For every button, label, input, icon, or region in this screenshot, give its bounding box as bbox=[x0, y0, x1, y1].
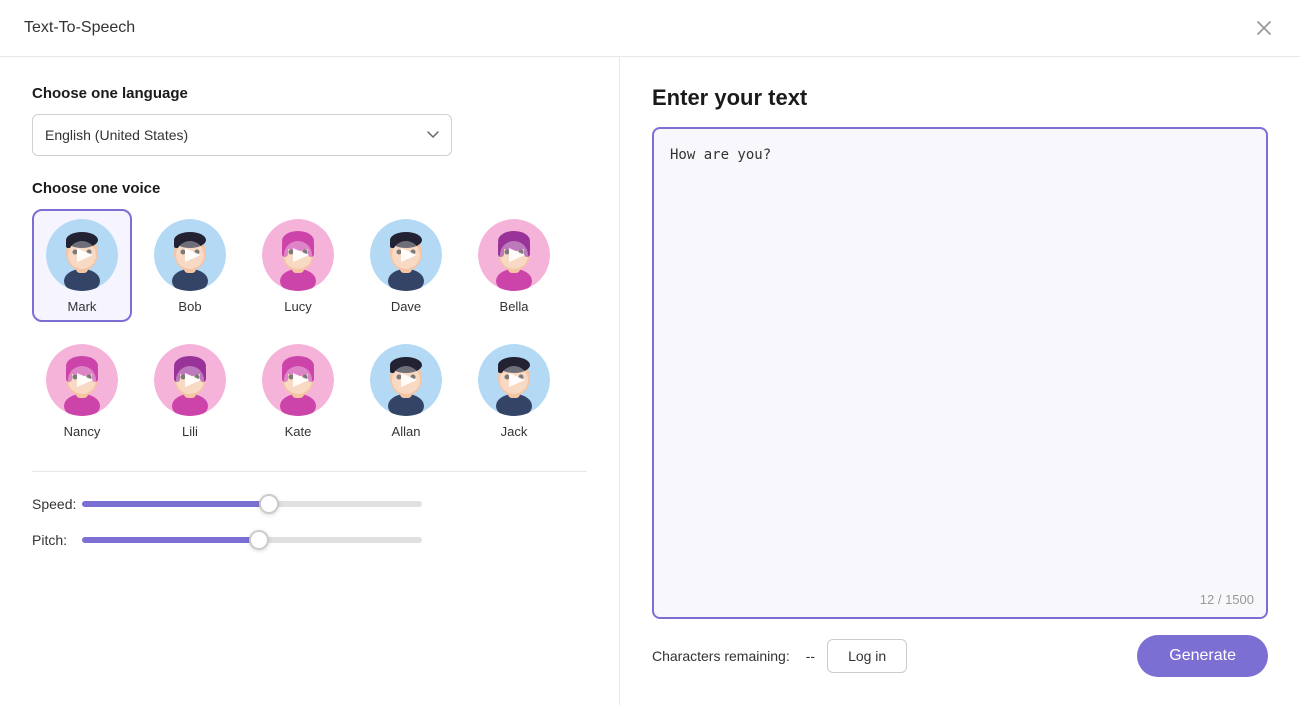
char-count: 12 / 1500 bbox=[1200, 592, 1254, 607]
left-panel: Choose one language English (United Stat… bbox=[0, 57, 620, 705]
voice-name-lucy: Lucy bbox=[284, 299, 311, 314]
chars-remaining-value: -- bbox=[806, 648, 815, 664]
voice-avatar-bella bbox=[478, 219, 550, 291]
dialog-title: Text-To-Speech bbox=[24, 19, 135, 37]
speed-row: Speed: bbox=[32, 496, 587, 512]
pitch-track bbox=[82, 537, 422, 543]
speed-label: Speed: bbox=[32, 496, 82, 512]
dialog-body: Choose one language English (United Stat… bbox=[0, 57, 1300, 705]
bottom-bar: Characters remaining: -- Log in Generate bbox=[652, 635, 1268, 677]
voice-avatar-dave bbox=[370, 219, 442, 291]
login-button[interactable]: Log in bbox=[827, 639, 907, 673]
generate-button[interactable]: Generate bbox=[1137, 635, 1268, 677]
dialog-header: Text-To-Speech bbox=[0, 0, 1300, 57]
voice-item-lucy[interactable]: Lucy bbox=[248, 209, 348, 322]
voice-item-nancy[interactable]: Nancy bbox=[32, 334, 132, 447]
language-select[interactable]: English (United States)English (UK)Spani… bbox=[32, 114, 452, 156]
close-button[interactable] bbox=[1252, 16, 1276, 40]
voice-name-dave: Dave bbox=[391, 299, 421, 314]
voice-name-nancy: Nancy bbox=[64, 424, 101, 439]
chars-remaining-label: Characters remaining: bbox=[652, 648, 790, 664]
voice-name-mark: Mark bbox=[68, 299, 97, 314]
voice-grid: Mark Bob bbox=[32, 209, 587, 447]
voice-avatar-jack bbox=[478, 344, 550, 416]
voice-item-mark[interactable]: Mark bbox=[32, 209, 132, 322]
language-section-label: Choose one language bbox=[32, 85, 587, 102]
text-input[interactable] bbox=[652, 127, 1268, 619]
voice-avatar-kate bbox=[262, 344, 334, 416]
voice-section-label: Choose one voice bbox=[32, 180, 587, 197]
right-title: Enter your text bbox=[652, 85, 1268, 111]
voice-avatar-lili bbox=[154, 344, 226, 416]
divider bbox=[32, 471, 587, 472]
voice-item-bob[interactable]: Bob bbox=[140, 209, 240, 322]
voice-item-lili[interactable]: Lili bbox=[140, 334, 240, 447]
text-area-wrapper: 12 / 1500 bbox=[652, 127, 1268, 619]
voice-avatar-mark bbox=[46, 219, 118, 291]
voice-item-bella[interactable]: Bella bbox=[464, 209, 564, 322]
voice-avatar-allan bbox=[370, 344, 442, 416]
voice-item-kate[interactable]: Kate bbox=[248, 334, 348, 447]
voice-item-dave[interactable]: Dave bbox=[356, 209, 456, 322]
pitch-row: Pitch: bbox=[32, 532, 587, 548]
voice-name-allan: Allan bbox=[392, 424, 421, 439]
voice-name-bella: Bella bbox=[500, 299, 529, 314]
voice-section: Choose one voice Mark bbox=[32, 180, 587, 447]
voice-avatar-lucy bbox=[262, 219, 334, 291]
voice-avatar-nancy bbox=[46, 344, 118, 416]
speed-track bbox=[82, 501, 422, 507]
voice-item-allan[interactable]: Allan bbox=[356, 334, 456, 447]
dialog: Text-To-Speech Choose one language Engli… bbox=[0, 0, 1300, 705]
voice-name-lili: Lili bbox=[182, 424, 198, 439]
pitch-label: Pitch: bbox=[32, 532, 82, 548]
voice-avatar-bob bbox=[154, 219, 226, 291]
right-panel: Enter your text 12 / 1500 Characters rem… bbox=[620, 57, 1300, 705]
voice-item-jack[interactable]: Jack bbox=[464, 334, 564, 447]
voice-name-jack: Jack bbox=[501, 424, 528, 439]
close-icon bbox=[1256, 20, 1272, 36]
voice-name-kate: Kate bbox=[285, 424, 312, 439]
voice-name-bob: Bob bbox=[178, 299, 201, 314]
